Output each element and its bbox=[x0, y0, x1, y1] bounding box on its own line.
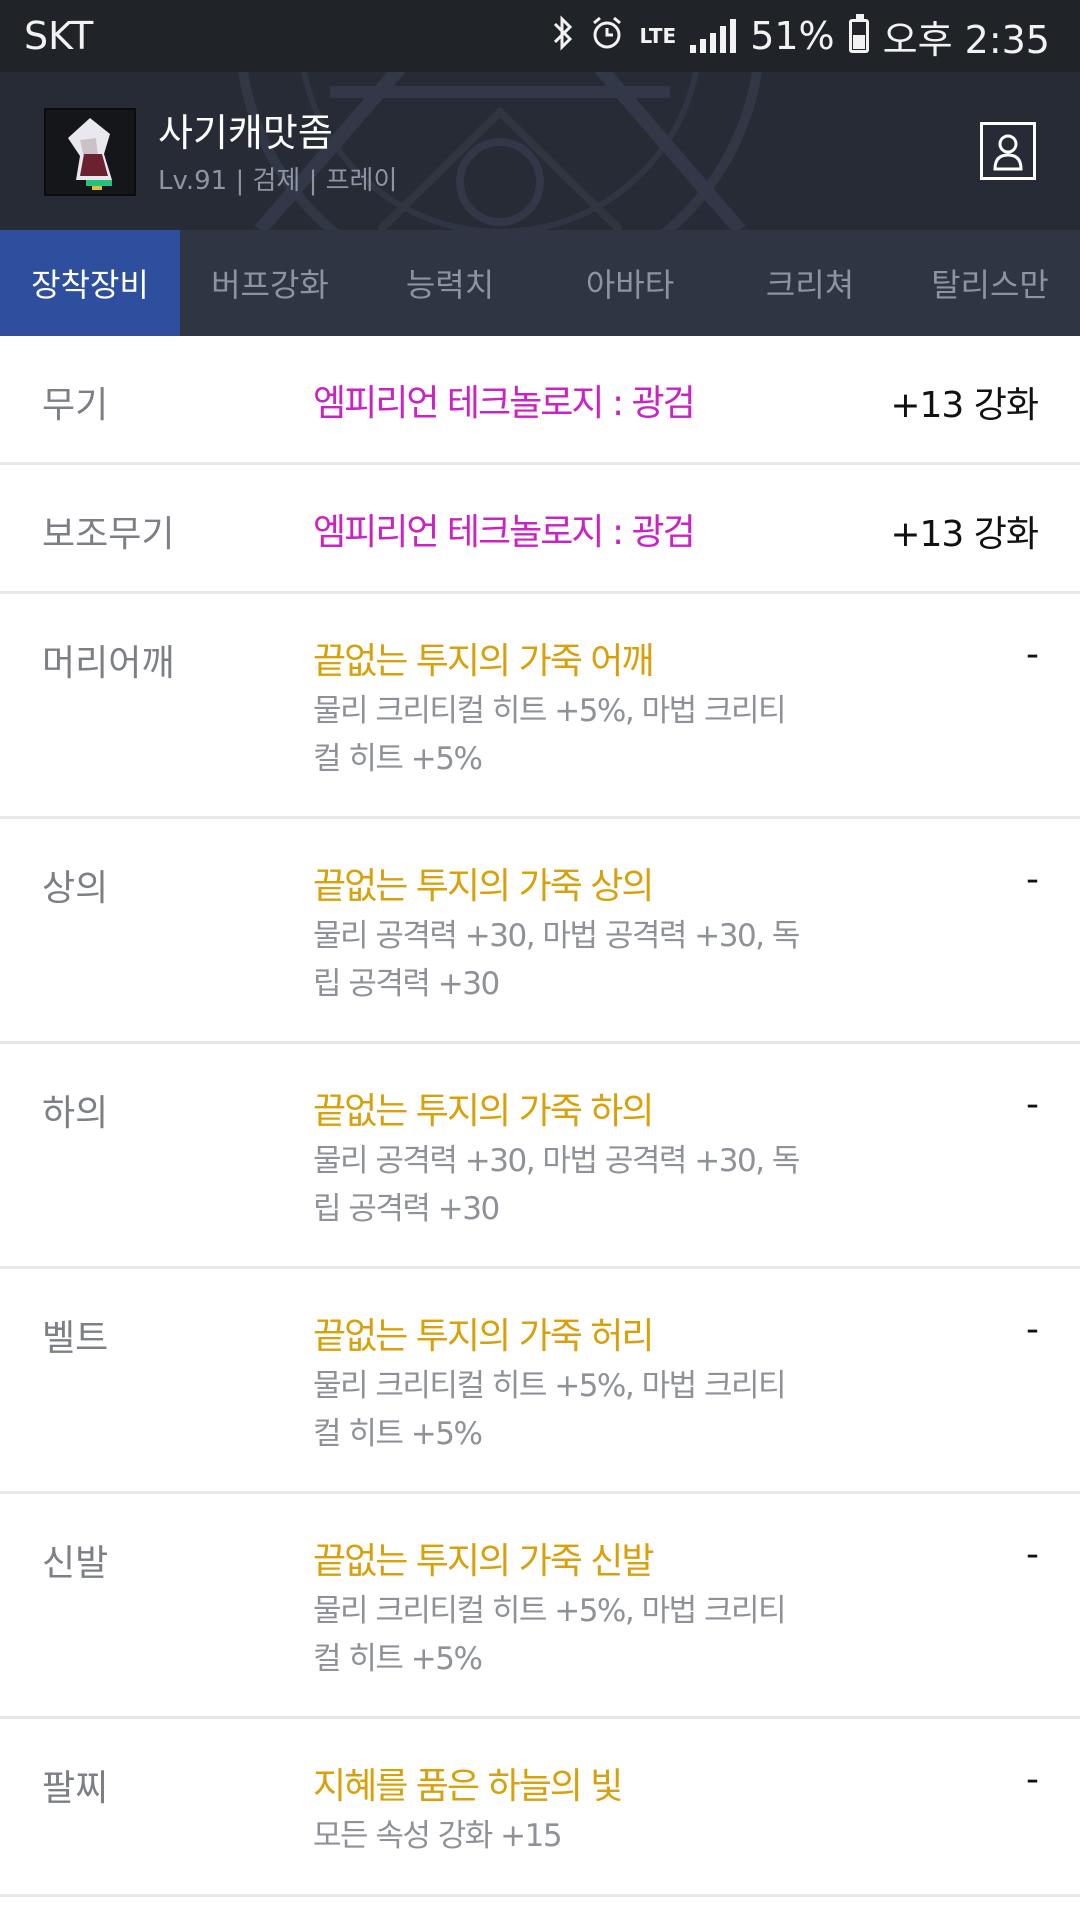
character-header: 사기캐맛좀 Lv.91 | 검제 | 프레이 bbox=[0, 72, 1080, 230]
slot-label: 팔찌 bbox=[42, 1768, 109, 1809]
slot-label: 보조무기 bbox=[42, 514, 175, 555]
slot-label: 벨트 bbox=[42, 1318, 109, 1359]
item-name: 끝없는 투지의 가죽 허리 bbox=[313, 1316, 655, 1357]
equipment-row-bracelet[interactable]: 팔찌 지혜를 품은 하늘의 빛 모든 속성 강화 +15 - bbox=[0, 1719, 1080, 1897]
tab-stats[interactable]: 능력치 bbox=[360, 230, 540, 336]
enhance-level: +13 강화 bbox=[890, 514, 1039, 555]
item-option-line-1: 모든 속성 강화 +15 bbox=[313, 1818, 563, 1854]
item-option-line-2: 립 공격력 +30 bbox=[313, 1191, 500, 1227]
lte-icon: LTE bbox=[639, 24, 677, 48]
tab-talisman[interactable]: 탈리스만 bbox=[900, 230, 1080, 336]
enhance-level: +13 강화 bbox=[890, 385, 1039, 426]
character-info: Lv.91 | 검제 | 프레이 bbox=[158, 166, 398, 196]
tab-creature[interactable]: 크리쳐 bbox=[720, 230, 900, 336]
slot-label: 상의 bbox=[42, 868, 109, 909]
status-icons: LTE 51% 오후 2:35 bbox=[551, 9, 1050, 64]
profile-button[interactable] bbox=[980, 122, 1036, 180]
item-option-line-1: 물리 크리티컬 히트 +5%, 마법 크리티 bbox=[313, 1368, 787, 1404]
clock: 오후 2:35 bbox=[882, 17, 1050, 62]
battery-percent: 51% bbox=[750, 14, 835, 58]
item-option-line-2: 컬 히트 +5% bbox=[313, 1641, 483, 1677]
battery-icon bbox=[848, 14, 869, 53]
equipment-row-sub-weapon[interactable]: 보조무기 엠피리언 테크놀로지 : 광검 +13 강화 bbox=[0, 465, 1080, 594]
equipment-row-shoulder[interactable]: 머리어깨 끝없는 투지의 가죽 어깨 물리 크리티컬 히트 +5%, 마법 크리… bbox=[0, 594, 1080, 819]
slot-label: 하의 bbox=[42, 1093, 109, 1134]
status-bar: SKT LTE 51% 오후 2:35 bbox=[0, 0, 1080, 72]
item-option-line-2: 컬 히트 +5% bbox=[313, 1416, 483, 1452]
equipment-row-shoes[interactable]: 신발 끝없는 투지의 가죽 신발 물리 크리티컬 히트 +5%, 마법 크리티 … bbox=[0, 1494, 1080, 1719]
item-option-line-1: 물리 공격력 +30, 마법 공격력 +30, 독 bbox=[313, 1143, 800, 1179]
tab-equipment[interactable]: 장착장비 bbox=[0, 230, 180, 336]
equipment-row-bottom[interactable]: 하의 끝없는 투지의 가죽 하의 물리 공격력 +30, 마법 공격력 +30,… bbox=[0, 1044, 1080, 1269]
equipment-row-top[interactable]: 상의 끝없는 투지의 가죽 상의 물리 공격력 +30, 마법 공격력 +30,… bbox=[0, 819, 1080, 1044]
alarm-icon bbox=[589, 15, 625, 57]
slot-label: 무기 bbox=[42, 385, 109, 426]
item-option-line-2: 립 공격력 +30 bbox=[313, 966, 500, 1002]
item-name: 엠피리언 테크놀로지 : 광검 bbox=[313, 383, 696, 424]
carrier-label: SKT bbox=[24, 14, 94, 58]
signal-icon bbox=[690, 19, 737, 53]
enhance-level: - bbox=[1026, 1759, 1039, 1800]
enhance-level: - bbox=[1026, 1534, 1039, 1575]
item-name: 끝없는 투지의 가죽 어깨 bbox=[313, 641, 655, 682]
item-name: 끝없는 투지의 가죽 상의 bbox=[313, 866, 655, 907]
tab-avatar[interactable]: 아바타 bbox=[540, 230, 720, 336]
equipment-row-belt[interactable]: 벨트 끝없는 투지의 가죽 허리 물리 크리티컬 히트 +5%, 마법 크리티 … bbox=[0, 1269, 1080, 1494]
item-name: 지혜를 품은 하늘의 빛 bbox=[313, 1766, 623, 1807]
item-option-line-1: 물리 크리티컬 히트 +5%, 마법 크리티 bbox=[313, 693, 787, 729]
tab-buff-enhance[interactable]: 버프강화 bbox=[180, 230, 360, 336]
character-avatar[interactable] bbox=[44, 108, 136, 196]
person-icon bbox=[993, 134, 1023, 171]
item-name: 끝없는 투지의 가죽 신발 bbox=[313, 1541, 655, 1582]
slot-label: 신발 bbox=[42, 1543, 109, 1584]
tab-bar: 장착장비 버프강화 능력치 아바타 크리쳐 탈리스만 bbox=[0, 230, 1080, 336]
item-option-line-2: 컬 히트 +5% bbox=[313, 741, 483, 777]
enhance-level: - bbox=[1026, 634, 1039, 675]
item-name: 끝없는 투지의 가죽 하의 bbox=[313, 1091, 655, 1132]
enhance-level: - bbox=[1026, 1084, 1039, 1125]
equipment-row-weapon[interactable]: 무기 엠피리언 테크놀로지 : 광검 +13 강화 bbox=[0, 336, 1080, 465]
bluetooth-icon bbox=[551, 15, 575, 57]
slot-label: 머리어깨 bbox=[42, 643, 175, 684]
character-name: 사기캐맛좀 bbox=[158, 111, 333, 155]
equipment-list: 무기 엠피리언 테크놀로지 : 광검 +13 강화 보조무기 엠피리언 테크놀로… bbox=[0, 336, 1080, 1897]
item-name: 엠피리언 테크놀로지 : 광검 bbox=[313, 512, 696, 553]
enhance-level: - bbox=[1026, 859, 1039, 900]
item-option-line-1: 물리 공격력 +30, 마법 공격력 +30, 독 bbox=[313, 918, 800, 954]
item-option-line-1: 물리 크리티컬 히트 +5%, 마법 크리티 bbox=[313, 1593, 787, 1629]
enhance-level: - bbox=[1026, 1309, 1039, 1350]
